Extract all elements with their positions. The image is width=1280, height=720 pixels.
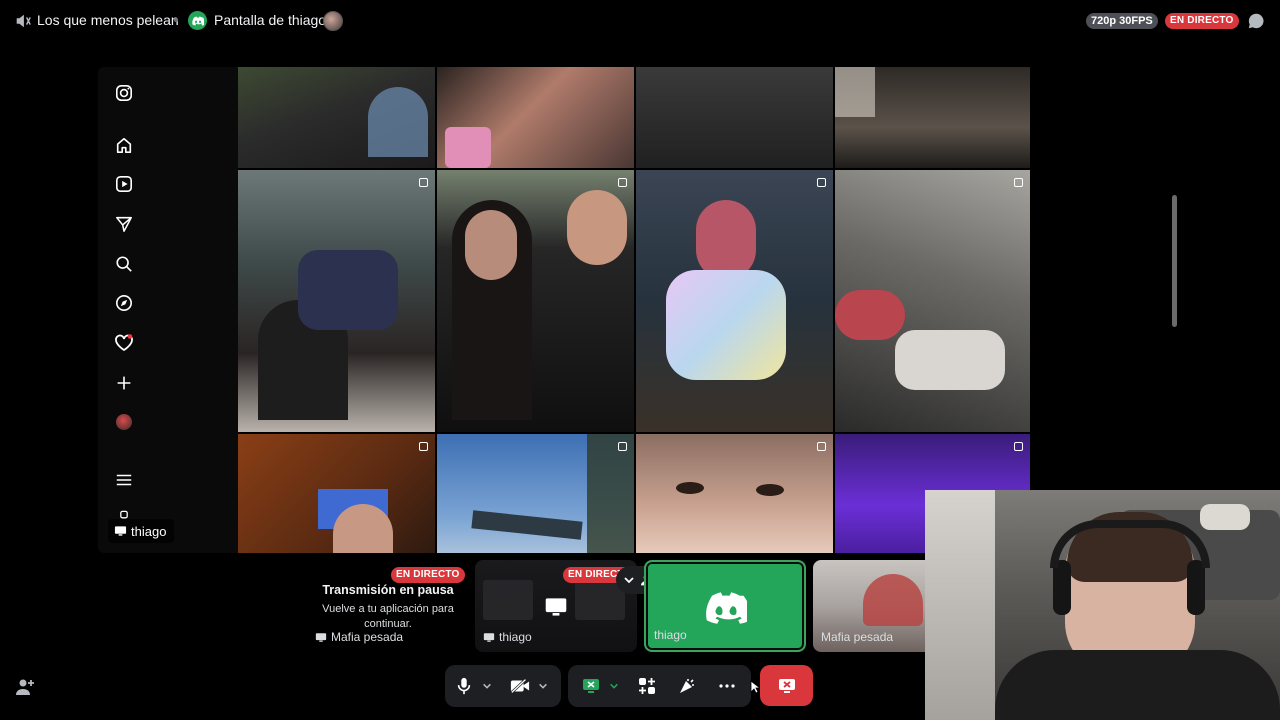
tile-owner-name: Mafia pesada [331, 630, 404, 644]
post-thumbnail[interactable] [238, 170, 435, 432]
instagram-post-grid [238, 67, 1030, 553]
end-stream-icon [778, 678, 795, 693]
activities-icon [639, 678, 655, 694]
avatar[interactable] [323, 11, 343, 31]
participant-name: Mafia pesada [821, 630, 894, 644]
call-header: Los que menos pelean Pantalla de thiago … [0, 0, 1280, 42]
chevron-down-icon [539, 683, 547, 689]
camera-options[interactable] [535, 671, 551, 701]
post-thumbnail[interactable] [835, 67, 1030, 168]
shared-screen[interactable]: thiago [98, 67, 1181, 553]
stream-owner-name: thiago [131, 523, 167, 539]
explore-icon[interactable] [114, 293, 134, 313]
screen-share-title: Pantalla de thiago [214, 12, 327, 28]
tile-owner-tag: Mafia pesada [821, 630, 893, 644]
tile-owner-tag: thiago [654, 628, 687, 642]
invite-user-icon[interactable] [15, 677, 35, 697]
mouse-cursor [750, 680, 760, 694]
chevron-down-icon [624, 577, 634, 584]
more-icon [719, 684, 735, 688]
participant-tile-thiago[interactable]: thiago [644, 560, 806, 652]
participant-tile-mafia-pesada[interactable]: Mafia pesada [813, 560, 925, 652]
post-thumbnail[interactable] [238, 67, 435, 168]
scrollbar[interactable] [1172, 195, 1177, 327]
paused-stream-card[interactable]: EN DIRECTO Transmisión en pausa Vuelve a… [305, 560, 471, 652]
audio-video-controls [445, 665, 561, 707]
discord-icon [706, 592, 747, 624]
chevron-down-icon [483, 683, 491, 689]
webcam-overlay [925, 490, 1280, 720]
stop-streaming-button[interactable] [760, 665, 813, 706]
speaker-icon [16, 14, 31, 28]
create-icon[interactable] [114, 373, 134, 393]
quality-badge: 720p 30FPS [1086, 13, 1158, 29]
post-thumbnail[interactable] [835, 170, 1030, 432]
chevron-down-icon [610, 683, 618, 689]
post-thumbnail[interactable] [636, 434, 833, 553]
soundboard-button[interactable] [672, 671, 702, 701]
menu-icon[interactable] [114, 470, 134, 490]
post-thumbnail[interactable] [437, 170, 634, 432]
microphone-icon [457, 677, 471, 695]
post-thumbnail[interactable] [238, 434, 435, 553]
heart-icon[interactable] [114, 333, 134, 353]
separator-dot [174, 18, 178, 22]
post-thumbnail[interactable] [636, 67, 833, 168]
activities-button[interactable] [632, 671, 662, 701]
stream-thumbnail[interactable]: EN DIRECTO thiago [475, 560, 637, 652]
chat-icon[interactable] [1247, 12, 1265, 30]
activity-controls [568, 665, 751, 707]
microphone-button[interactable] [449, 671, 479, 701]
stream-owner-tag: thiago [108, 519, 175, 543]
camera-off-icon [510, 678, 530, 694]
paused-title: Transmisión en pausa [322, 583, 454, 597]
home-icon[interactable] [114, 135, 134, 155]
microphone-options[interactable] [479, 671, 495, 701]
soundboard-icon [680, 679, 694, 693]
screen-share-icon [545, 598, 567, 616]
reels-icon[interactable] [114, 174, 134, 194]
voice-channel-name[interactable]: Los que menos pelean [37, 12, 179, 28]
profile-icon[interactable] [114, 412, 134, 432]
paused-subtitle: Vuelve a tu aplicación para continuar. [322, 603, 454, 630]
post-thumbnail[interactable] [636, 170, 833, 432]
instagram-sidebar [98, 67, 238, 553]
send-icon[interactable] [114, 214, 134, 234]
post-thumbnail[interactable] [437, 67, 634, 168]
screen-share-icon [583, 679, 599, 693]
screen-icon [483, 632, 495, 642]
discord-icon [188, 11, 207, 30]
live-badge: EN DIRECTO [391, 567, 465, 583]
camera-button[interactable] [505, 671, 535, 701]
search-icon[interactable] [114, 254, 134, 274]
screen-icon [315, 632, 327, 642]
screen-share-options[interactable] [606, 671, 622, 701]
screen-share-button[interactable] [576, 671, 606, 701]
tile-owner-tag: Mafia pesada [315, 630, 403, 644]
instagram-icon[interactable] [114, 83, 134, 103]
participant-name: thiago [654, 628, 687, 642]
more-options-button[interactable] [712, 671, 742, 701]
screen-icon [114, 526, 127, 536]
tile-owner-tag: thiago [483, 630, 532, 644]
live-badge: EN DIRECTO [1165, 13, 1239, 29]
tile-owner-name: thiago [499, 630, 532, 644]
instagram-right-panel [1030, 67, 1181, 553]
post-thumbnail[interactable] [437, 434, 634, 553]
